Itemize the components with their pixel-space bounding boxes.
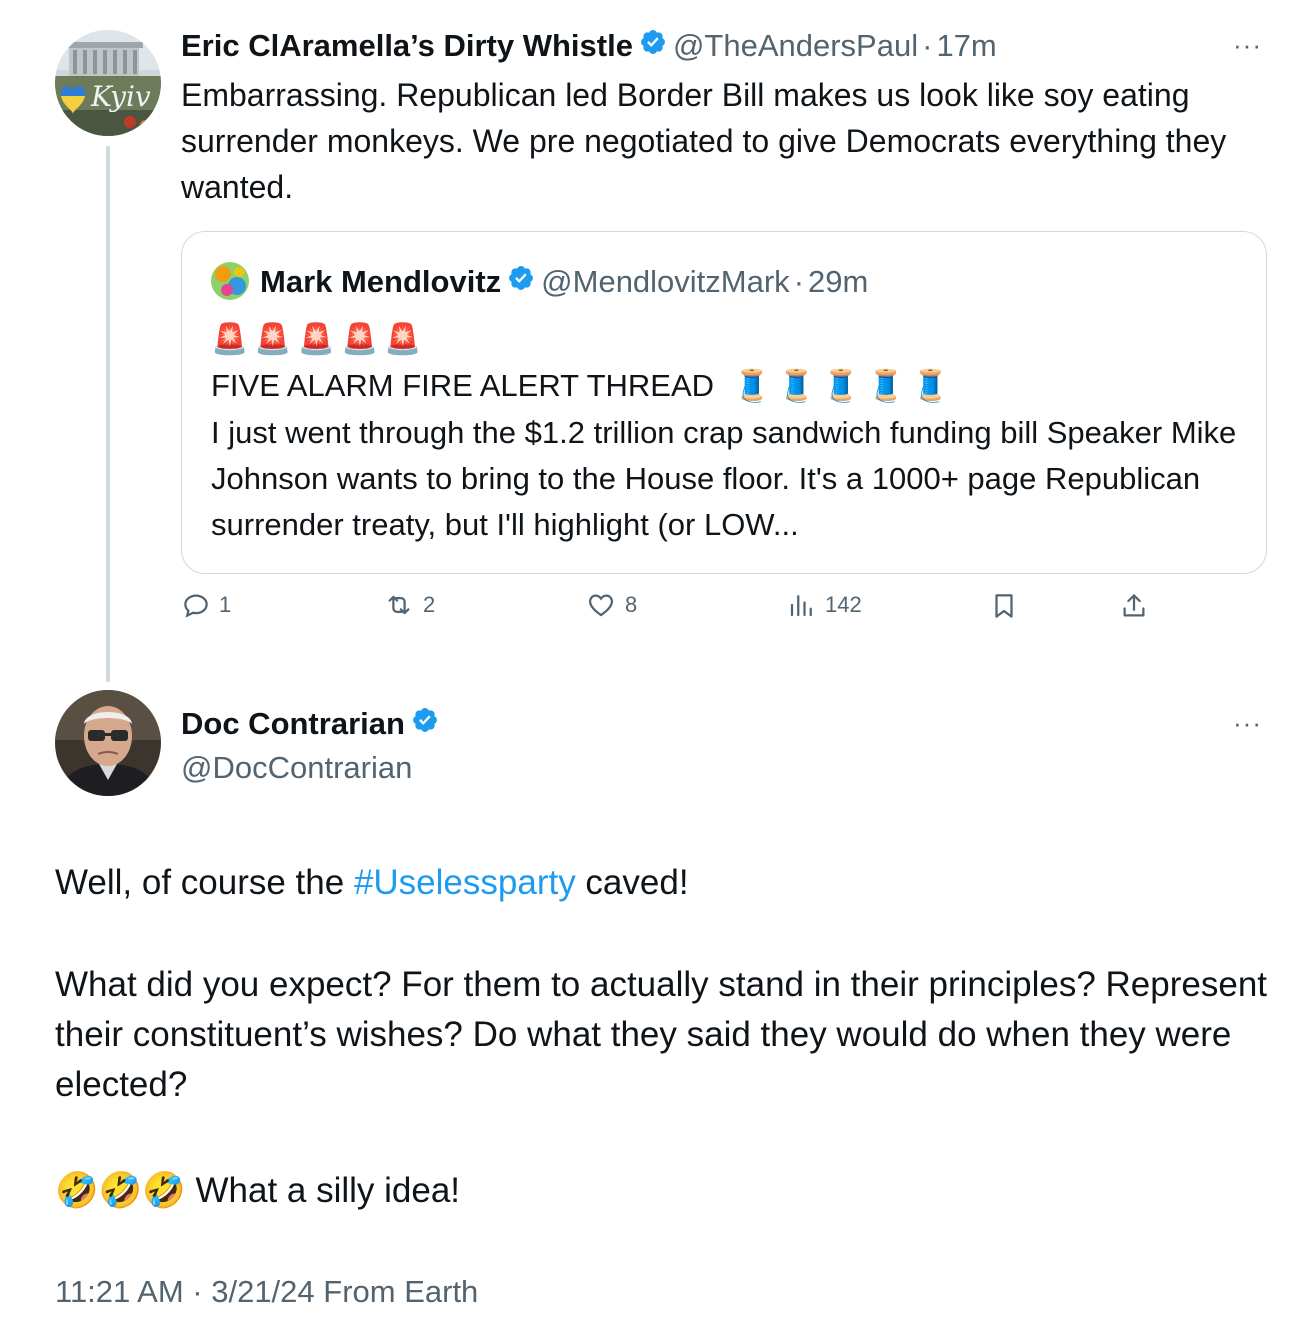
tweet2-closing-text: What a silly idea! <box>185 1171 461 1210</box>
tweet1-separator: · <box>922 28 933 63</box>
quote-separator: · <box>793 264 805 299</box>
tweet2-closing-line: 🤣🤣🤣 What a silly idea! <box>55 1166 460 1216</box>
tweet2-line1: Well, of course the #Uselessparty caved! <box>55 858 689 908</box>
tweet1-handle[interactable]: @TheAndersPaul <box>673 28 918 64</box>
tweet2-handle[interactable]: @DocContrarian <box>181 746 412 790</box>
share-icon <box>1123 594 1145 617</box>
thread-connector-line <box>106 146 110 682</box>
tweet2-more-options-icon[interactable]: ··· <box>1233 708 1262 739</box>
verified-badge-icon <box>639 28 667 64</box>
thread-spool-emoji-row: 🧵🧵🧵🧵🧵 <box>732 368 956 403</box>
svg-text:Kyiv: Kyiv <box>90 80 151 113</box>
analytics-icon <box>790 595 812 617</box>
quote-display-name[interactable]: Mark Mendlovitz <box>260 264 501 300</box>
tweet1-text: Embarrassing. Republican led Border Bill… <box>181 77 1236 205</box>
like-button[interactable]: 8 <box>585 590 637 620</box>
tweet1-header: Eric ClAramella’s Dirty Whistle @TheAnde… <box>181 24 997 68</box>
tweet2-paragraph2: What did you expect? For them to actuall… <box>55 965 1277 1104</box>
tweet2-timestamp[interactable]: 11:21 AM · 3/21/24 From Earth <box>55 1270 478 1314</box>
bookmark-button[interactable] <box>989 590 1019 622</box>
tweet1-display-name[interactable]: Eric ClAramella’s Dirty Whistle <box>181 28 633 64</box>
tweet1-time[interactable]: 17m <box>936 28 996 64</box>
tweet2-text-suffix: caved! <box>575 863 689 902</box>
quote-text: I just went through the $1.2 trillion cr… <box>211 415 1245 542</box>
quote-header: Mark Mendlovitz @MendlovitzMark · 29m <box>260 260 868 304</box>
avatar-doc[interactable] <box>55 690 161 796</box>
reply-icon <box>184 594 208 618</box>
like-count: 8 <box>625 592 638 617</box>
tweet1-action-bar: 1 2 8 142 <box>181 590 1161 638</box>
quote-time[interactable]: 29m <box>808 264 868 300</box>
avatar-mark[interactable] <box>211 262 249 300</box>
reply-count: 1 <box>219 592 232 617</box>
verified-badge-icon <box>507 264 535 300</box>
avatar-eric[interactable]: Kyiv <box>55 30 161 136</box>
heart-icon <box>588 594 614 617</box>
view-count: 142 <box>825 592 862 617</box>
retweet-icon <box>388 595 410 615</box>
hashtag-link[interactable]: #Uselessparty <box>354 863 576 902</box>
tweet1-more-options-icon[interactable]: ··· <box>1233 30 1262 61</box>
quote-title-text: FIVE ALARM FIRE ALERT THREAD <box>211 368 715 403</box>
retweet-count: 2 <box>423 592 436 617</box>
laughing-emoji-row: 🤣🤣🤣 <box>55 1171 186 1210</box>
tweet2-text-prefix: Well, of course the <box>55 863 354 902</box>
bookmark-icon <box>995 594 1013 618</box>
tweet2-display-name[interactable]: Doc Contrarian <box>181 706 405 742</box>
quote-alarm-emoji-row: 🚨🚨🚨🚨🚨 <box>211 323 428 356</box>
tweet2-header: Doc Contrarian <box>181 702 445 746</box>
quote-title-line: FIVE ALARM FIRE ALERT THREAD 🧵🧵🧵🧵🧵 <box>211 364 956 408</box>
share-button[interactable] <box>1119 590 1149 622</box>
verified-badge-icon <box>411 706 439 742</box>
retweet-button[interactable]: 2 <box>383 590 435 620</box>
views-button[interactable]: 142 <box>787 590 862 620</box>
reply-button[interactable]: 1 <box>181 590 231 620</box>
quote-handle[interactable]: @MendlovitzMark <box>541 264 790 300</box>
